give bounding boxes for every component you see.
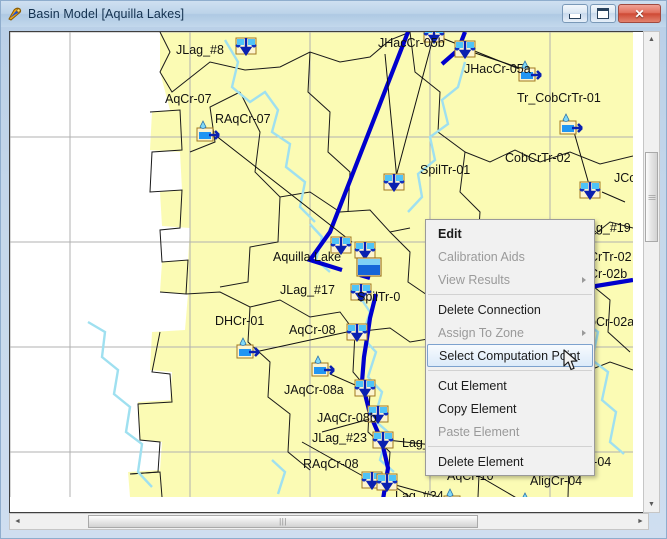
scroll-up-icon[interactable]: ▲ [644, 32, 659, 47]
scroll-grip-icon: ||| [648, 194, 655, 200]
element-context-menu[interactable]: Edit Calibration Aids View Results Delete C… [425, 219, 595, 476]
scroll-left-icon[interactable]: ◄ [10, 514, 25, 529]
map-label: AqCr-07 [165, 92, 212, 106]
caption-buttons: ✕ [562, 4, 661, 23]
map-label: RAqCr-08 [303, 457, 359, 471]
map-label: AligCr-04 [530, 474, 582, 488]
menu-item-copy-element[interactable]: Copy Element [426, 397, 594, 420]
scroll-down-icon[interactable]: ▼ [644, 497, 659, 512]
vertical-scrollbar[interactable]: ▲ ||| ▼ [643, 31, 660, 513]
map-label: JLag_#23 [312, 431, 367, 445]
menu-item-calibration-aids: Calibration Aids [438, 249, 525, 264]
junction-mid[interactable] [346, 323, 368, 343]
scroll-right-icon[interactable]: ► [633, 514, 648, 529]
menu-item-delete-element[interactable]: Delete Element [426, 450, 594, 473]
close-icon: ✕ [634, 6, 645, 21]
minimize-icon [569, 13, 581, 19]
title-bar[interactable]: Basin Model [Aquilla Lakes] ✕ [1, 1, 666, 27]
menu-separator [428, 446, 592, 447]
scroll-grip-icon: ||| [279, 517, 287, 526]
map-label: RAqCr-07 [215, 112, 271, 126]
menu-item-edit[interactable]: Edit [426, 222, 594, 245]
map-label: ag_#19 [589, 221, 631, 235]
map-label: JHacCr-05b [378, 36, 445, 50]
junction-jlag8[interactable] [235, 37, 257, 57]
horizontal-scroll-thumb[interactable]: ||| [88, 515, 478, 528]
window-title: Basin Model [Aquilla Lakes] [28, 7, 185, 21]
map-label: CobCrTr-02 [505, 151, 571, 165]
map-label: SpilTr-0 [357, 290, 400, 304]
submenu-arrow-icon [582, 329, 586, 336]
junction-lag23[interactable] [372, 431, 394, 451]
close-button[interactable]: ✕ [618, 4, 661, 23]
junction-jaqcr08a[interactable] [354, 379, 376, 399]
menu-separator [428, 370, 592, 371]
map-label: JCob [614, 171, 633, 185]
submenu-arrow-icon [582, 276, 586, 283]
horizontal-scrollbar[interactable]: ◄ ||| ► [9, 513, 649, 530]
map-label: AqCr-08 [289, 323, 336, 337]
maximize-button[interactable] [590, 4, 616, 23]
map-label: DHCr-01 [215, 314, 264, 328]
map-label: JAqCr-08b [317, 411, 377, 425]
minimize-button[interactable] [562, 4, 588, 23]
map-label: Aquilla Lake [273, 250, 341, 264]
reservoir-aquilla[interactable] [356, 257, 382, 277]
menu-item-select-computation-point[interactable]: Select Computation Point [427, 344, 593, 367]
map-label: Lag_#24 [395, 489, 444, 497]
basin-model-window: Basin Model [Aquilla Lakes] ✕ JLag_#8 AqC… [0, 0, 667, 539]
menu-item-cut-element[interactable]: Cut Element [426, 374, 594, 397]
junction-jhaccr05b[interactable] [454, 40, 476, 60]
maximize-icon [597, 8, 609, 19]
map-label: SpilTr-01 [420, 163, 470, 177]
junction-aq-right[interactable] [354, 241, 376, 261]
map-label: JHacCr-05a [464, 62, 531, 76]
menu-item-view-results: View Results [426, 268, 594, 291]
map-label: JAqCr-08a [284, 383, 344, 397]
menu-separator [428, 294, 592, 295]
menu-item-delete-connection[interactable]: Delete Connection [426, 298, 594, 321]
map-label: JLag_#17 [280, 283, 335, 297]
map-label: CrTr-02 [589, 250, 632, 264]
basin-model-icon [6, 6, 23, 23]
map-label: JLag_#8 [176, 43, 224, 57]
map-label: oCr-02a [589, 315, 633, 329]
junction-raq-b[interactable] [376, 473, 398, 493]
vertical-scroll-thumb[interactable]: ||| [645, 152, 658, 242]
client-area: JLag_#8 AqCr-07 RAqCr-07 JHacCr-05b JHacCr-0… [9, 31, 660, 530]
junction-jcob[interactable] [579, 181, 601, 201]
menu-item-assign-to-zone: Assign To Zone [426, 321, 594, 344]
map-label: Tr_CobCrTr-01 [517, 91, 601, 105]
menu-item-paste-element: Paste Element [438, 424, 520, 439]
junction-spiltr01[interactable] [383, 173, 405, 193]
